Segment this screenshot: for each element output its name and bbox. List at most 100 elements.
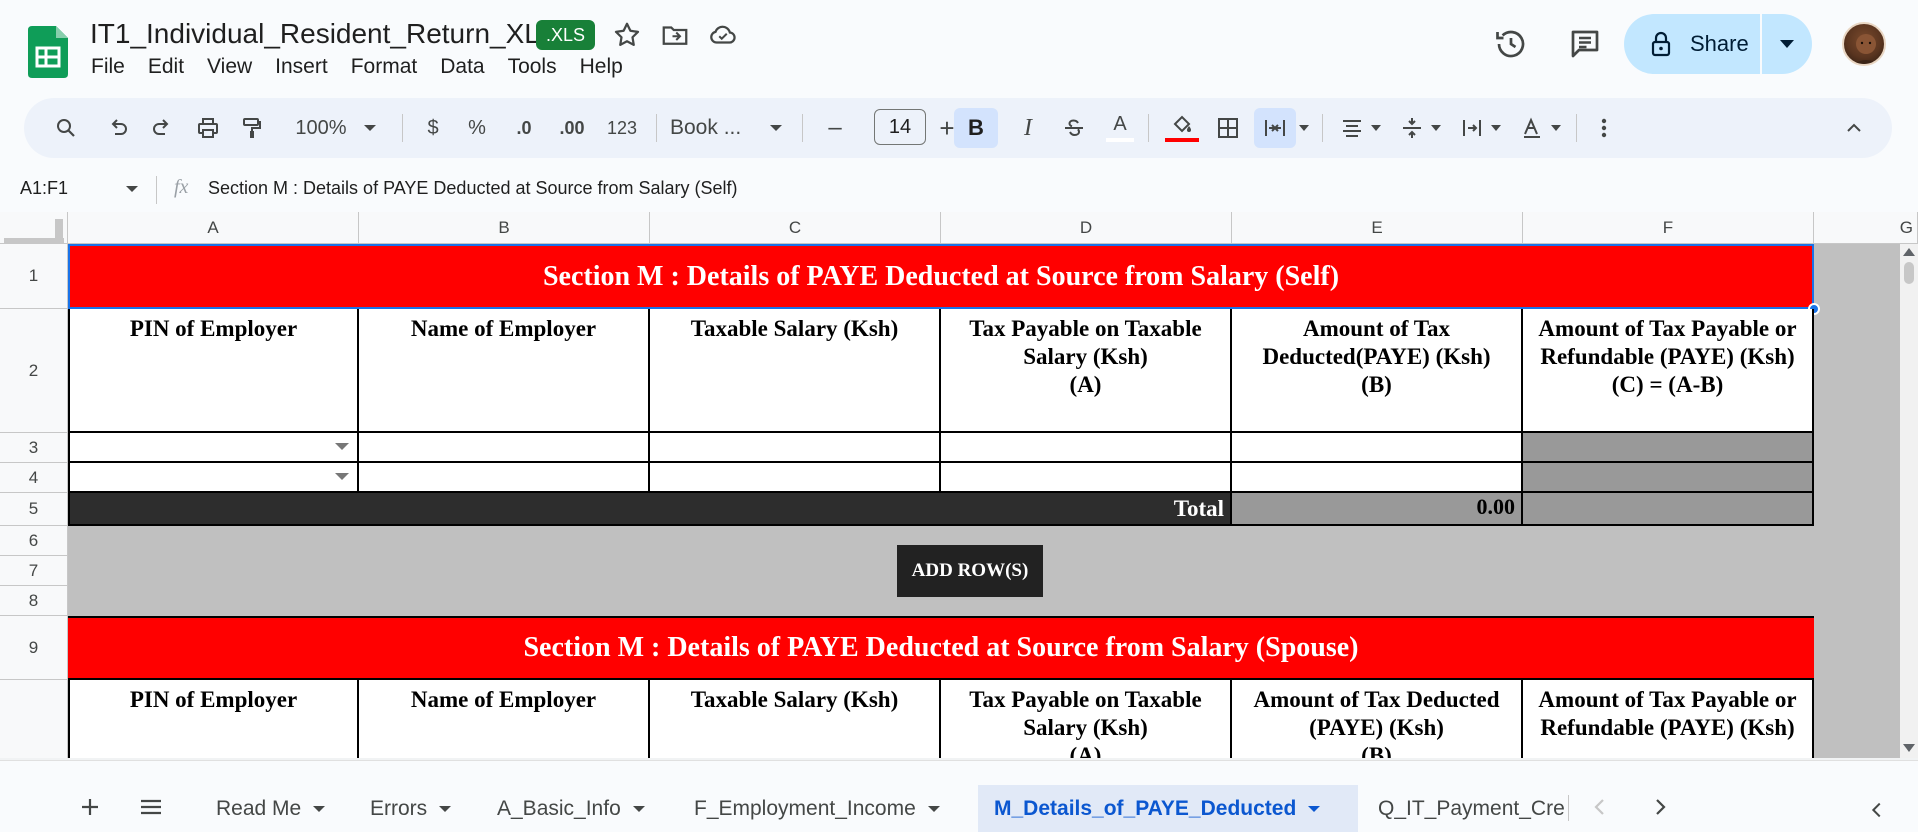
formula-input[interactable]: Section M : Details of PAYE Deducted at … xyxy=(208,178,738,199)
total-value[interactable]: 0.00 xyxy=(1232,493,1523,526)
header-amount-payable-refundable[interactable]: Amount of Tax Payable or Refundable (PAY… xyxy=(1523,309,1814,433)
scroll-tabs-left-icon[interactable] xyxy=(1588,795,1612,819)
name-box-dropdown-icon[interactable] xyxy=(126,186,138,192)
side-panel-toggle-icon[interactable] xyxy=(1866,799,1888,821)
vertical-scrollbar[interactable] xyxy=(1900,244,1918,758)
decrease-decimal-button[interactable]: .0 xyxy=(504,98,544,158)
scroll-tabs-right-icon[interactable] xyxy=(1648,795,1672,819)
cell-f4[interactable] xyxy=(1523,463,1814,493)
row-header-9[interactable]: 9 xyxy=(0,616,68,680)
number-format-button[interactable]: 123 xyxy=(600,98,644,158)
row-header-3[interactable]: 3 xyxy=(0,433,68,463)
avatar[interactable] xyxy=(1842,22,1886,66)
star-icon[interactable] xyxy=(612,20,642,50)
sheet-tab-m-details-of-paye-deducted[interactable]: M_Details_of_PAYE_Deducted xyxy=(978,785,1358,832)
column-header-c[interactable]: C xyxy=(650,212,941,244)
scroll-up-icon[interactable] xyxy=(1903,248,1915,256)
italic-icon[interactable]: I xyxy=(1008,98,1048,158)
header-tax-payable-spouse[interactable]: Tax Payable on Taxable Salary (Ksh) (A) xyxy=(941,680,1232,758)
cell-c3[interactable] xyxy=(650,433,941,463)
dropdown-chevron-icon[interactable] xyxy=(335,443,349,450)
header-pin-of-employer-spouse[interactable]: PIN of Employer xyxy=(68,680,359,758)
add-sheet-icon[interactable] xyxy=(78,795,102,819)
scroll-down-icon[interactable] xyxy=(1903,744,1915,752)
align-icon[interactable] xyxy=(1332,98,1372,158)
sheet-tab-errors[interactable]: Errors xyxy=(354,785,467,832)
menu-tools[interactable]: Tools xyxy=(508,55,557,79)
all-sheets-icon[interactable] xyxy=(138,795,164,819)
cell-c4[interactable] xyxy=(650,463,941,493)
history-icon[interactable] xyxy=(1493,26,1529,62)
sheets-logo-icon[interactable] xyxy=(28,26,68,78)
menu-help[interactable]: Help xyxy=(580,55,623,79)
row-header-7[interactable]: 7 xyxy=(0,556,68,586)
section-self-title[interactable]: Section M : Details of PAYE Deducted at … xyxy=(68,244,1814,309)
wrap-dropdown-icon[interactable] xyxy=(1488,98,1504,158)
select-all-corner[interactable] xyxy=(0,212,68,244)
row-header-10[interactable]: 10 xyxy=(0,680,68,758)
row-header-4[interactable]: 4 xyxy=(0,463,68,493)
cell-d3[interactable] xyxy=(941,433,1232,463)
chevron-down-icon[interactable] xyxy=(439,805,452,812)
header-name-of-employer[interactable]: Name of Employer xyxy=(359,309,650,433)
font-dropdown-icon[interactable] xyxy=(766,98,786,158)
cell-a4[interactable] xyxy=(68,463,359,493)
total-label[interactable]: Total xyxy=(68,493,1232,526)
rotation-dropdown-icon[interactable] xyxy=(1548,98,1564,158)
merge-dropdown-icon[interactable] xyxy=(1296,98,1312,158)
sheet-tab-read-me[interactable]: Read Me xyxy=(200,785,341,832)
borders-icon[interactable] xyxy=(1208,98,1248,158)
scroll-thumb[interactable] xyxy=(1904,262,1914,284)
chevron-down-icon[interactable] xyxy=(313,805,326,812)
align-dropdown-icon[interactable] xyxy=(1368,98,1384,158)
row-header-8[interactable]: 8 xyxy=(0,586,68,616)
menu-format[interactable]: Format xyxy=(351,55,418,79)
header-amount-deducted[interactable]: Amount of Tax Deducted(PAYE) (Ksh) (B) xyxy=(1232,309,1523,433)
menu-edit[interactable]: Edit xyxy=(148,55,184,79)
sheet-tab-q-it-payment-cre[interactable]: Q_IT_Payment_Cre xyxy=(1362,785,1570,832)
header-taxable-salary-spouse[interactable]: Taxable Salary (Ksh) xyxy=(650,680,941,758)
header-taxable-salary[interactable]: Taxable Salary (Ksh) xyxy=(650,309,941,433)
search-icon[interactable] xyxy=(46,98,86,158)
merge-cells-icon[interactable] xyxy=(1254,108,1296,148)
row-header-2[interactable]: 2 xyxy=(0,309,68,433)
cell-b4[interactable] xyxy=(359,463,650,493)
move-folder-icon[interactable] xyxy=(660,20,690,50)
font-size-decrease-button[interactable]: – xyxy=(820,98,850,158)
more-icon[interactable] xyxy=(1584,98,1624,158)
redo-icon[interactable] xyxy=(142,98,182,158)
cloud-status-icon[interactable] xyxy=(708,20,738,50)
sheet-tab-f-employment-income[interactable]: F_Employment_Income xyxy=(678,785,956,832)
chevron-down-icon[interactable] xyxy=(632,805,645,812)
column-header-f[interactable]: F xyxy=(1523,212,1814,244)
percent-format-button[interactable]: % xyxy=(460,98,494,158)
cell-e3[interactable] xyxy=(1232,433,1523,463)
collapse-icon[interactable] xyxy=(1834,98,1874,158)
comment-icon[interactable] xyxy=(1567,26,1603,62)
column-header-d[interactable]: D xyxy=(941,212,1232,244)
menu-data[interactable]: Data xyxy=(440,55,484,79)
fill-color-icon[interactable] xyxy=(1160,98,1204,158)
column-header-b[interactable]: B xyxy=(359,212,650,244)
font-family-select[interactable]: Book ... xyxy=(670,98,770,158)
header-tax-payable[interactable]: Tax Payable on Taxable Salary (Ksh) (A) xyxy=(941,309,1232,433)
currency-format-button[interactable]: $ xyxy=(416,98,450,158)
undo-icon[interactable] xyxy=(98,98,138,158)
text-color-icon[interactable]: A xyxy=(1100,98,1140,158)
cell-f3[interactable] xyxy=(1523,433,1814,463)
header-name-of-employer-spouse[interactable]: Name of Employer xyxy=(359,680,650,758)
cell-b3[interactable] xyxy=(359,433,650,463)
row-header-6[interactable]: 6 xyxy=(0,526,68,556)
share-dropdown-icon[interactable] xyxy=(1780,40,1794,48)
text-rotation-icon[interactable] xyxy=(1512,98,1552,158)
header-pin-of-employer[interactable]: PIN of Employer xyxy=(68,309,359,433)
add-rows-button[interactable]: ADD ROW(S) xyxy=(897,545,1043,597)
zoom-select[interactable]: 100% xyxy=(286,98,356,158)
column-header-e[interactable]: E xyxy=(1232,212,1523,244)
strikethrough-icon[interactable] xyxy=(1054,98,1094,158)
name-box[interactable]: A1:F1 xyxy=(20,178,68,199)
cell-e4[interactable] xyxy=(1232,463,1523,493)
valign-icon[interactable] xyxy=(1392,98,1432,158)
cell-d4[interactable] xyxy=(941,463,1232,493)
print-icon[interactable] xyxy=(188,98,228,158)
